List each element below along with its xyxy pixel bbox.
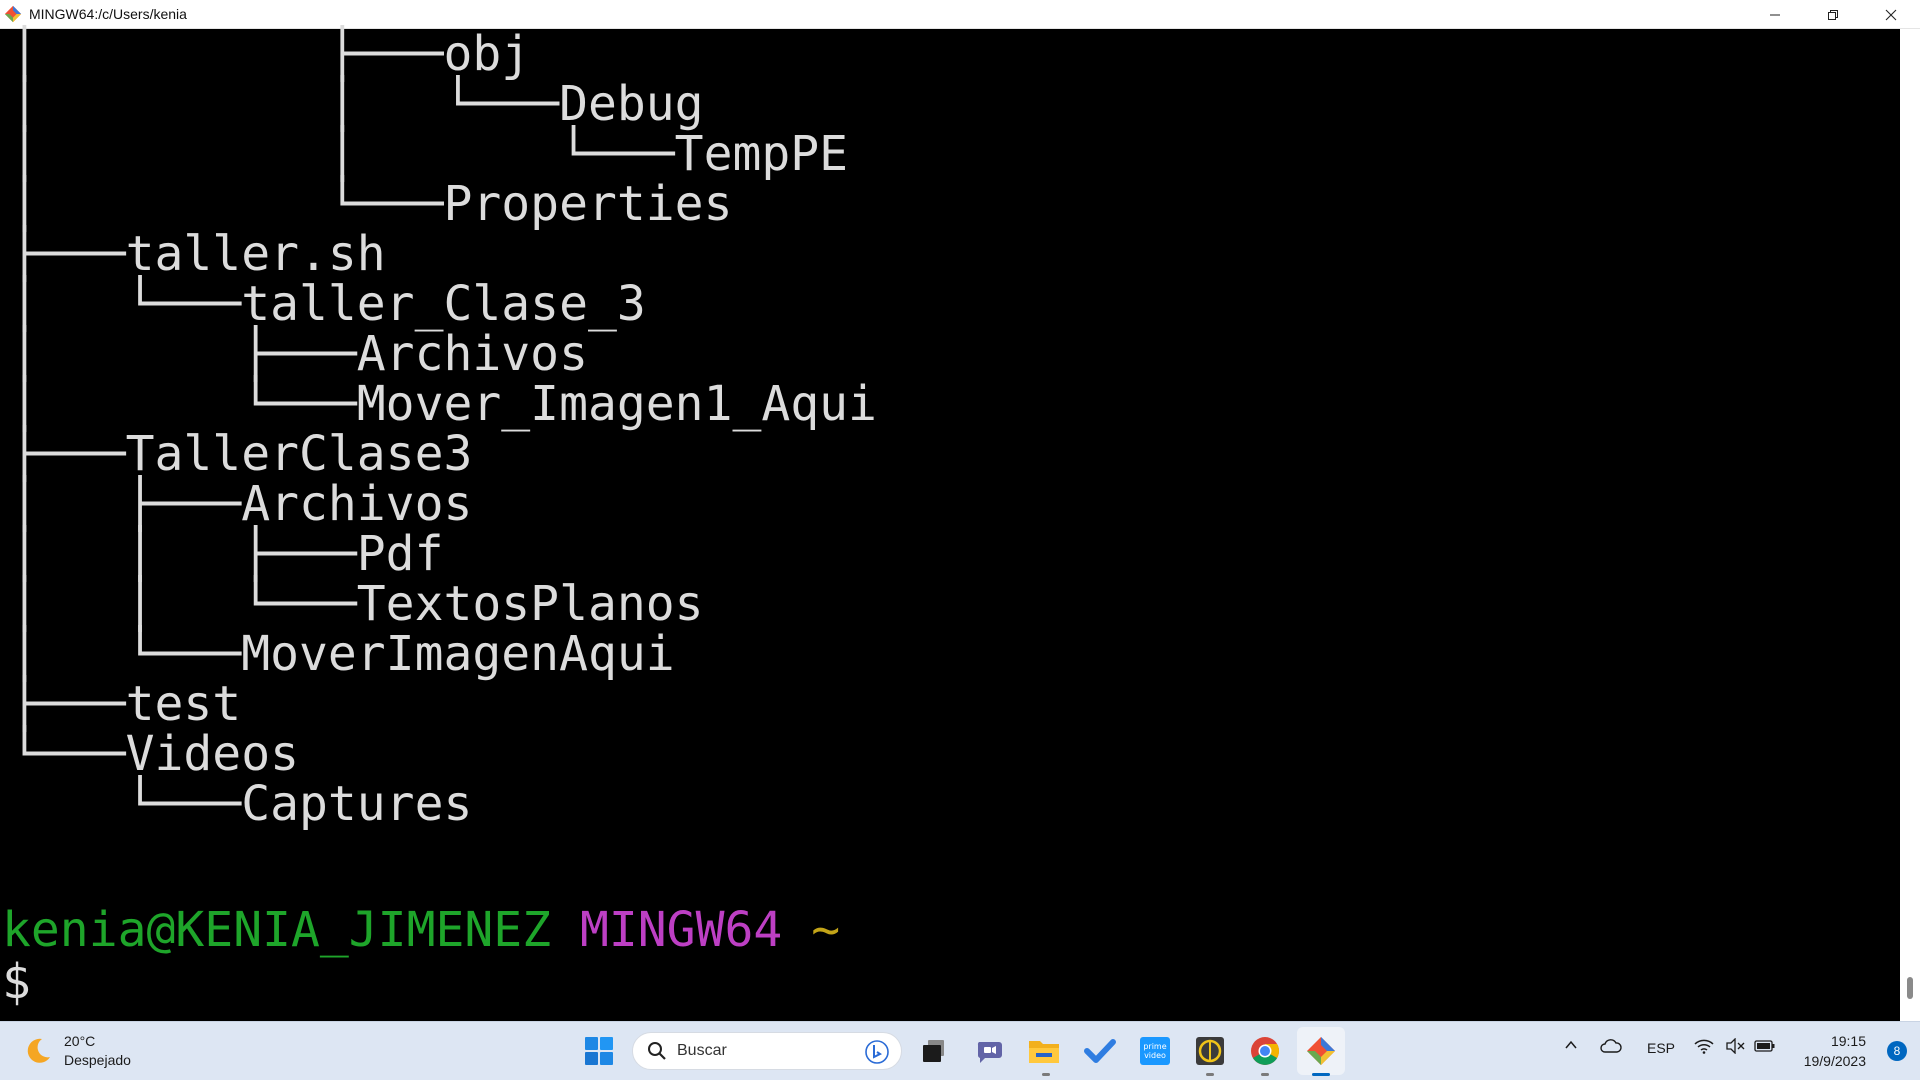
close-icon [1885, 9, 1897, 20]
git-bash-glyph [1307, 1037, 1335, 1065]
weather-widget[interactable]: 20°C Despejado [22, 1032, 131, 1070]
task-view-icon[interactable] [918, 1035, 950, 1067]
windows-start-icon [585, 1037, 613, 1065]
teams-chat-glyph [977, 1042, 1002, 1063]
system-clock[interactable]: 19:15 19/9/2023 [1804, 1031, 1866, 1071]
todo-icon[interactable] [1084, 1035, 1116, 1067]
prompt-system: MINGW64 [579, 902, 783, 958]
battery-glyph [1754, 1040, 1775, 1052]
clock-time: 19:15 [1830, 1033, 1866, 1049]
terminal-scrollbar[interactable] [1900, 29, 1920, 1021]
calibre-icon[interactable] [1194, 1035, 1226, 1067]
chrome-icon[interactable] [1249, 1035, 1281, 1067]
prompt-user-host: kenia@KENIA_JIMENEZ [2, 902, 552, 958]
notification-badge[interactable]: 8 [1887, 1041, 1907, 1061]
tree-line: └───Videos [10, 726, 299, 782]
minimize-button[interactable] [1746, 0, 1804, 29]
tree-line: │ │ └───TextosPlanos [10, 576, 704, 632]
speaker-mute-glyph [1726, 1037, 1745, 1055]
active-indicator [1312, 1073, 1330, 1076]
svg-text:video: video [1144, 1051, 1166, 1060]
prime-video-glyph: prime video [1140, 1037, 1170, 1065]
taskbar: 20°C Despejado Buscar prime video ESP 19… [0, 1021, 1920, 1080]
terminal-area[interactable]: │ ├───obj │ │ └───Debug │ │ └───TempPE │… [0, 29, 1900, 1021]
shell-prompt: kenia@KENIA_JIMENEZ MINGW64 ~ [2, 903, 840, 957]
tree-line: │ └───Properties [10, 176, 733, 232]
restore-button[interactable] [1804, 0, 1862, 29]
tree-line: │ └───taller_Clase_3 [10, 276, 646, 332]
folder-glyph [1029, 1041, 1059, 1063]
teams-chat-icon[interactable] [974, 1035, 1006, 1067]
tree-line: │ ├───Archivos [10, 326, 588, 382]
start-button[interactable] [584, 1036, 614, 1066]
prime-video-icon[interactable]: prime video [1139, 1035, 1171, 1067]
search-icon [648, 1042, 666, 1060]
git-bash-app-icon [4, 5, 22, 23]
tree-line: └───Captures [10, 776, 473, 832]
task-view-glyph [923, 1040, 944, 1062]
tree-line: ├───TallerClase3 [10, 426, 473, 482]
search-placeholder: Buscar [677, 1042, 727, 1059]
file-explorer-icon[interactable] [1028, 1035, 1060, 1067]
moon-icon [27, 1038, 50, 1063]
wifi-icon[interactable] [1694, 1038, 1714, 1057]
tree-line: ├───taller.sh [10, 226, 386, 282]
weather-condition: Despejado [64, 1052, 131, 1068]
tree-line: │ │ └───Debug [10, 76, 704, 132]
tree-line: │ └───Mover_Imagen1_Aqui [10, 376, 877, 432]
running-indicator [1206, 1073, 1214, 1076]
scrollbar-thumb[interactable] [1907, 977, 1913, 999]
onedrive-icon[interactable] [1600, 1038, 1622, 1057]
svg-text:prime: prime [1143, 1042, 1166, 1051]
language-indicator[interactable]: ESP [1647, 1040, 1675, 1056]
minimize-icon [1770, 14, 1780, 15]
cloud-glyph [1600, 1039, 1622, 1053]
window-title-bar[interactable]: MINGW64:/c/Users/kenia [0, 0, 1920, 29]
chevron-up-icon[interactable] [1564, 1038, 1578, 1055]
calibre-glyph [1196, 1037, 1224, 1065]
chevron-up-glyph [1565, 1040, 1577, 1049]
tree-line: │ ├───Archivos [10, 476, 473, 532]
battery-icon[interactable] [1754, 1038, 1776, 1057]
taskbar-search[interactable]: Buscar [632, 1032, 902, 1070]
volume-muted-icon[interactable] [1725, 1037, 1745, 1057]
tree-line: │ │ ├───Pdf [10, 526, 444, 582]
chrome-glyph [1251, 1037, 1279, 1065]
running-indicator [1042, 1073, 1050, 1076]
clock-date: 19/9/2023 [1803, 1053, 1866, 1069]
window-title: MINGW64:/c/Users/kenia [29, 6, 187, 22]
tree-line: ├───test [10, 676, 242, 732]
tree-line: │ │ └───TempPE [10, 126, 849, 182]
bing-icon[interactable] [865, 1040, 889, 1064]
prompt-symbol: $ [2, 954, 31, 1010]
running-indicator [1261, 1073, 1269, 1076]
checkmark-glyph [1084, 1039, 1116, 1063]
tree-line: │ ├───obj [10, 26, 531, 82]
close-button[interactable] [1862, 0, 1920, 29]
weather-temperature: 20°C [64, 1033, 96, 1049]
restore-icon [1828, 9, 1838, 20]
git-bash-icon[interactable] [1305, 1035, 1337, 1067]
prompt-cwd: ~ [811, 902, 841, 958]
wifi-glyph [1694, 1039, 1714, 1054]
tree-line: │ └───MoverImagenAqui [10, 626, 675, 682]
